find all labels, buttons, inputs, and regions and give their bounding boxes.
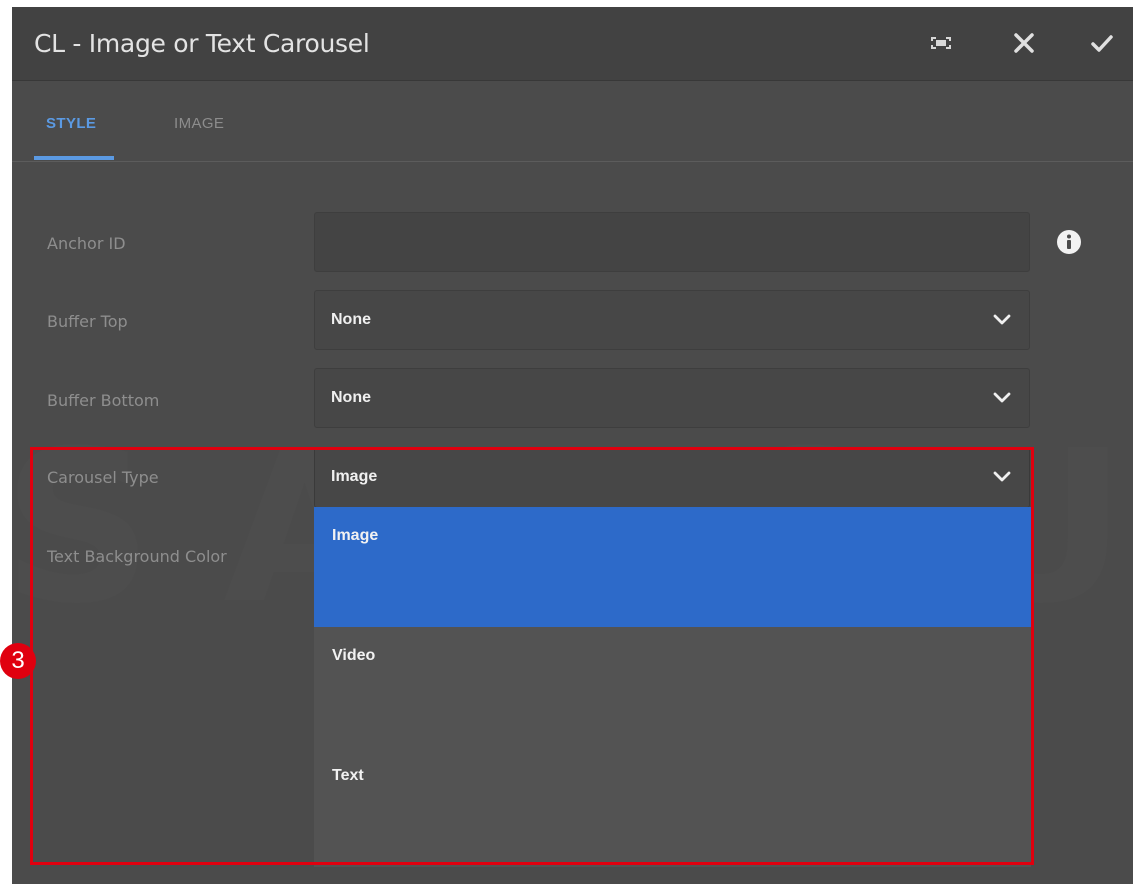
option-label: Video: [332, 647, 376, 664]
tab-bar: STYLE IMAGE: [12, 81, 1133, 162]
dialog-titlebar: CL - Image or Text Carousel: [12, 7, 1133, 81]
chevron-down-icon: [993, 392, 1011, 403]
anchor-id-label: Anchor ID: [47, 234, 126, 253]
tab-image[interactable]: IMAGE: [174, 115, 224, 132]
buffer-bottom-select[interactable]: None: [314, 368, 1030, 428]
dropdown-option-video[interactable]: Video: [314, 627, 1031, 747]
carousel-dialog: SAMSUNG CL - Image or Text Carousel: [12, 7, 1133, 884]
dialog-title: CL - Image or Text Carousel: [34, 29, 370, 58]
carousel-type-select[interactable]: Image: [314, 447, 1030, 508]
step-badge: 3: [0, 643, 36, 679]
close-icon[interactable]: [1010, 29, 1038, 57]
option-label: Text: [332, 767, 364, 784]
carousel-type-value: Image: [331, 468, 378, 485]
option-label: Image: [332, 527, 379, 544]
tab-style[interactable]: STYLE: [46, 115, 96, 132]
carousel-type-label: Carousel Type: [47, 468, 159, 487]
chevron-down-icon: [993, 471, 1011, 482]
text-background-color-label: Text Background Color: [47, 547, 227, 566]
buffer-bottom-label: Buffer Bottom: [47, 391, 160, 410]
buffer-bottom-value: None: [331, 389, 371, 406]
anchor-id-input[interactable]: [314, 212, 1030, 272]
dropdown-option-image[interactable]: Image: [314, 507, 1031, 627]
carousel-type-dropdown: Image Video Text: [314, 507, 1031, 867]
buffer-top-label: Buffer Top: [47, 312, 128, 331]
checkmark-icon[interactable]: [1088, 29, 1116, 57]
buffer-top-value: None: [331, 311, 371, 328]
active-tab-indicator: [34, 156, 114, 160]
dropdown-option-text[interactable]: Text: [314, 747, 1031, 867]
chevron-down-icon: [993, 314, 1011, 325]
buffer-top-select[interactable]: None: [314, 290, 1030, 350]
info-icon[interactable]: [1056, 229, 1082, 255]
fullscreen-icon[interactable]: [927, 29, 955, 57]
